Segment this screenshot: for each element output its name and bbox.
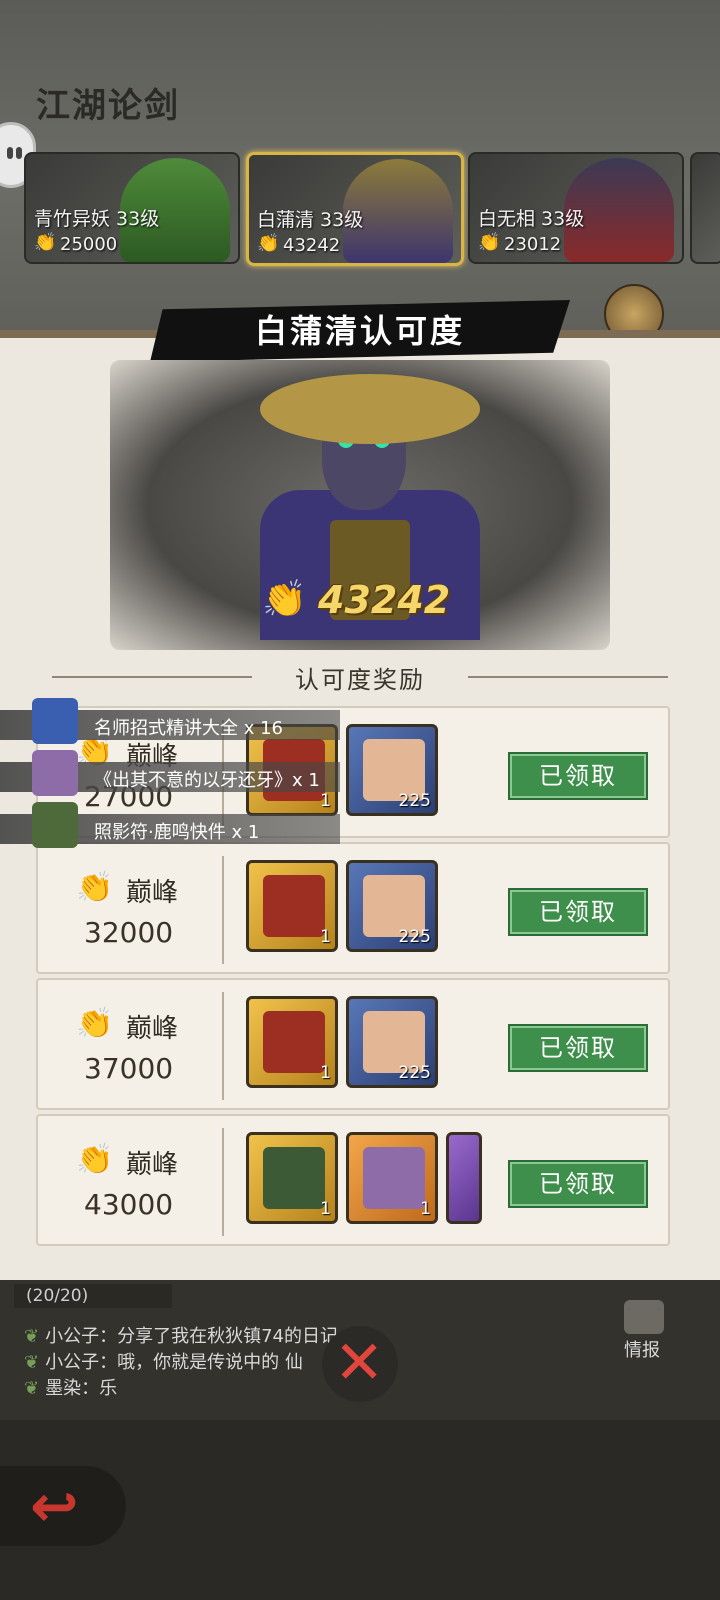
boss-card-qingzhu[interactable]: 青竹异妖 33级 👏 25000 bbox=[24, 152, 240, 264]
item-count: 1 bbox=[320, 791, 331, 811]
manual-scroll-icon[interactable]: 225 bbox=[346, 860, 438, 952]
clap-icon: 👏 bbox=[76, 1006, 114, 1041]
reward-row: 👏 巅峰 32000 1 225 已领取 bbox=[36, 842, 670, 974]
back-arrow-icon: ↩ bbox=[30, 1472, 79, 1540]
current-score: 43242 bbox=[318, 578, 451, 622]
boss-name: 白蒲清 33级 bbox=[257, 209, 364, 231]
reward-threshold: 32000 bbox=[84, 916, 174, 949]
leaf-icon: ❦ bbox=[24, 1352, 40, 1373]
blue-book-icon[interactable] bbox=[446, 1132, 482, 1224]
close-button[interactable]: ✕ bbox=[322, 1326, 398, 1402]
purple-book-icon bbox=[32, 750, 78, 796]
claimed-button[interactable]: 已领取 bbox=[508, 752, 648, 800]
claimed-button[interactable]: 已领取 bbox=[508, 1024, 648, 1072]
clap-icon: 👏 bbox=[478, 232, 501, 253]
claimed-button[interactable]: 已领取 bbox=[508, 888, 648, 936]
chat-line: ❦ 墨染：乐 bbox=[24, 1378, 118, 1399]
claimed-button[interactable]: 已领取 bbox=[508, 1160, 648, 1208]
red-chest-icon[interactable]: 1 bbox=[246, 996, 338, 1088]
boss-card-baiwuxiang[interactable]: 白无相 33级 👏 23012 bbox=[468, 152, 684, 264]
reward-tier: 巅峰 bbox=[126, 1014, 179, 1044]
boss-card-partial[interactable] bbox=[690, 152, 720, 264]
manual-scroll-icon[interactable]: 225 bbox=[346, 996, 438, 1088]
green-talisman-icon bbox=[32, 802, 78, 848]
boss-selector: 青竹异妖 33级 👏 25000 白蒲清 33级 👏 43242 白无相 33级… bbox=[0, 152, 720, 266]
item-count: 1 bbox=[320, 1199, 331, 1219]
straw-hat bbox=[260, 374, 480, 444]
chat-count: (20/20) bbox=[14, 1284, 172, 1308]
item-count: 1 bbox=[320, 1063, 331, 1083]
boss-score: 25000 bbox=[60, 234, 118, 255]
blue-book-icon bbox=[32, 698, 78, 744]
purple-book-icon[interactable]: 1 bbox=[346, 1132, 438, 1224]
boss-card-baipuqing[interactable]: 白蒲清 33级 👏 43242 bbox=[246, 152, 464, 266]
clap-icon: 👏 bbox=[34, 232, 57, 253]
leaf-icon: ❦ bbox=[24, 1326, 40, 1347]
reward-notice: 《出其不意的以牙还牙》x 1 bbox=[0, 750, 340, 796]
clap-icon: 👏 bbox=[76, 870, 114, 905]
notice-text: 名师招式精讲大全 x 16 bbox=[94, 718, 283, 739]
manual-scroll-icon[interactable]: 225 bbox=[346, 724, 438, 816]
section-divider-right bbox=[468, 676, 668, 678]
reward-threshold: 37000 bbox=[84, 1052, 174, 1085]
reward-tier: 巅峰 bbox=[126, 878, 179, 908]
notice-text: 《出其不意的以牙还牙》x 1 bbox=[94, 770, 320, 791]
screen-title: 江湖论剑 bbox=[36, 86, 180, 126]
close-icon: ✕ bbox=[334, 1328, 385, 1398]
item-count: 225 bbox=[398, 791, 431, 811]
boss-name: 白无相 33级 bbox=[478, 208, 585, 230]
item-count: 225 bbox=[398, 1063, 431, 1083]
intel-label[interactable]: 情报 bbox=[624, 1336, 660, 1362]
leaf-icon: ❦ bbox=[24, 1378, 40, 1399]
item-count: 225 bbox=[398, 927, 431, 947]
clap-icon: 👏 bbox=[262, 579, 307, 620]
intel-icon[interactable] bbox=[624, 1300, 664, 1334]
back-button[interactable]: ↩ bbox=[0, 1466, 126, 1546]
chat-line: ❦ 小公子：分享了我在秋狄镇74的日记... bbox=[24, 1326, 356, 1347]
panel-title: 白蒲清认可度 bbox=[254, 312, 465, 350]
boss-name: 青竹异妖 33级 bbox=[34, 208, 160, 230]
green-talisman-icon[interactable]: 1 bbox=[246, 1132, 338, 1224]
reward-row: 👏 巅峰 43000 1 1 已领取 bbox=[36, 1114, 670, 1246]
reward-notice: 名师招式精讲大全 x 16 bbox=[0, 698, 340, 744]
clap-icon: 👏 bbox=[257, 233, 280, 254]
item-count: 1 bbox=[420, 1199, 431, 1219]
boss-score: 43242 bbox=[283, 235, 341, 256]
reward-row: 👏 巅峰 37000 1 225 已领取 bbox=[36, 978, 670, 1110]
boss-score: 23012 bbox=[504, 234, 562, 255]
section-divider-left bbox=[52, 676, 252, 678]
chat-line: ❦ 小公子：哦，你就是传说中的 仙 bbox=[24, 1352, 303, 1373]
reward-tier: 巅峰 bbox=[126, 1150, 179, 1180]
clap-icon: 👏 bbox=[76, 1142, 114, 1177]
item-count: 1 bbox=[320, 927, 331, 947]
notice-text: 照影符·鹿鸣快件 x 1 bbox=[94, 822, 260, 843]
red-chest-icon[interactable]: 1 bbox=[246, 860, 338, 952]
reward-threshold: 43000 bbox=[84, 1188, 174, 1221]
reward-notice: 照影符·鹿鸣快件 x 1 bbox=[0, 802, 340, 848]
